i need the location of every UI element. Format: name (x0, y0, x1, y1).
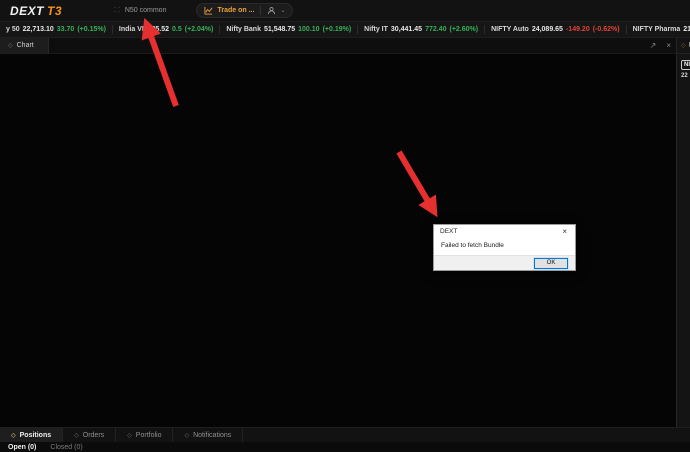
ticker-name: India VIX (118, 26, 149, 33)
ticker-price: 21,808.40 (683, 26, 690, 33)
dialog-title: DEXT (440, 228, 458, 235)
tab-label: Orders (82, 431, 105, 439)
ticker-price: 30,441.45 (390, 26, 423, 33)
tab-chart[interactable]: ◇ Chart (0, 37, 49, 54)
symbol-price-partial: 22 (681, 73, 688, 79)
ticker-niftyit[interactable]: Nifty IT 30,441.45 772.40 (+2.60%) (358, 26, 484, 33)
tab-icon: ◇ (184, 432, 190, 439)
dialog-footer: OK (434, 255, 575, 270)
logo-dext: DEXT (10, 3, 45, 18)
tab-icon: ◇ (74, 432, 79, 439)
tab-label: Portfolio (135, 431, 162, 439)
ticker-name: NIFTY Auto (491, 26, 529, 33)
dialog-close-icon[interactable]: × (560, 227, 569, 236)
user-icon[interactable] (267, 6, 276, 15)
workspace-selector[interactable]: ⸬ N50 common (114, 6, 166, 15)
tab-icon: ◇ (681, 43, 686, 49)
dialog-titlebar[interactable]: DEXT × (434, 225, 575, 238)
tab-icon: ◇ (11, 432, 16, 439)
tab-label: Positions (19, 431, 52, 439)
ticker-niftyauto[interactable]: NIFTY Auto 24,089.65 -149.20 (-0.62%) (485, 26, 625, 33)
ticker-pct: (-0.62%) (592, 26, 620, 33)
tab-label: Notifications (193, 431, 232, 439)
ticker-pct: (+0.15%) (77, 26, 106, 33)
trade-on-button[interactable]: Trade on ... ⌄ (196, 3, 294, 18)
tab-chart-label: Chart (16, 42, 34, 49)
tab-orders[interactable]: ◇ Orders (63, 428, 117, 442)
ticker-change: -149.20 (565, 26, 590, 33)
chevron-down-icon[interactable]: ⌄ (280, 7, 285, 14)
tab-icon: ◇ (8, 43, 13, 49)
right-watchlist-panel: ◇ F NI 22 (676, 38, 690, 428)
tab-portfolio[interactable]: ◇ Portfolio (116, 428, 174, 442)
ticker-pct: (+2.60%) (449, 26, 479, 33)
tab-positions[interactable]: ◇ Positions (0, 428, 64, 442)
ticker-price: 51,548.75 (263, 26, 296, 33)
ticker-niftypharma[interactable]: NIFTY Pharma 21,808.40 -203.20 (-0.92%) (627, 26, 690, 33)
ticker-nifty50[interactable]: y 50 22,713.10 33.70 (+0.15%) (0, 26, 112, 33)
grip-icon: ⸬ (114, 7, 121, 14)
top-header: DEXT T3 ⸬ N50 common Trade on ... ⌄ (0, 0, 690, 22)
app-logo: DEXT T3 (10, 4, 62, 18)
chart-tab-bar: ◇ Chart ↗ × (0, 37, 676, 54)
ticker-price: 22,713.10 (22, 26, 54, 33)
positions-status-row: Open (0) Closed (0) (0, 442, 690, 452)
right-panel-header-tab[interactable]: ◇ F (677, 38, 690, 54)
logo-t3: T3 (47, 3, 63, 18)
symbol-chip[interactable]: NI (681, 60, 690, 70)
ticker-niftybank[interactable]: Nifty Bank 51,548.75 100.10 (+0.19%) (220, 26, 357, 33)
trade-on-label: Trade on ... (217, 7, 255, 14)
ticker-name: y 50 (6, 26, 20, 33)
button-divider (260, 6, 262, 15)
dialog-message: Failed to fetch Bundle (441, 242, 504, 249)
expand-icon[interactable]: ↗ (645, 41, 662, 50)
ticker-pct: (+2.04%) (184, 26, 214, 33)
ticker-change: 100.10 (298, 26, 320, 33)
workspace-label: N50 common (124, 7, 167, 14)
ticker-price: 25.52 (151, 26, 170, 33)
ticker-name: NIFTY Pharma (632, 26, 681, 33)
ok-button[interactable]: OK (533, 256, 569, 270)
ticker-name: Nifty Bank (226, 26, 261, 33)
open-positions-filter[interactable]: Open (0) (8, 444, 36, 451)
ticker-pct: (+0.19%) (322, 26, 352, 33)
chart-icon (204, 6, 213, 15)
trading-app-window: DEXT T3 ⸬ N50 common Trade on ... ⌄ y 50 (0, 0, 690, 452)
closed-positions-filter[interactable]: Closed (0) (50, 444, 82, 451)
ticker-change: 0.5 (172, 26, 182, 33)
ticker-change: 33.70 (56, 26, 75, 33)
error-dialog: DEXT × Failed to fetch Bundle OK (433, 224, 576, 271)
index-ticker-strip: y 50 22,713.10 33.70 (+0.15%) India VIX … (0, 22, 690, 38)
ticker-price: 24,089.65 (531, 26, 563, 33)
ticker-change: 772.40 (425, 26, 447, 33)
ticker-indiavix[interactable]: India VIX 25.52 0.5 (+2.04%) (113, 26, 219, 33)
ticker-name: Nifty IT (364, 26, 388, 33)
tab-icon: ◇ (127, 432, 132, 439)
bottom-tab-bar: ◇ Positions ◇ Orders ◇ Portfolio ◇ Notif… (0, 427, 690, 442)
close-icon[interactable]: × (661, 41, 676, 50)
tab-notifications[interactable]: ◇ Notifications (173, 428, 244, 442)
